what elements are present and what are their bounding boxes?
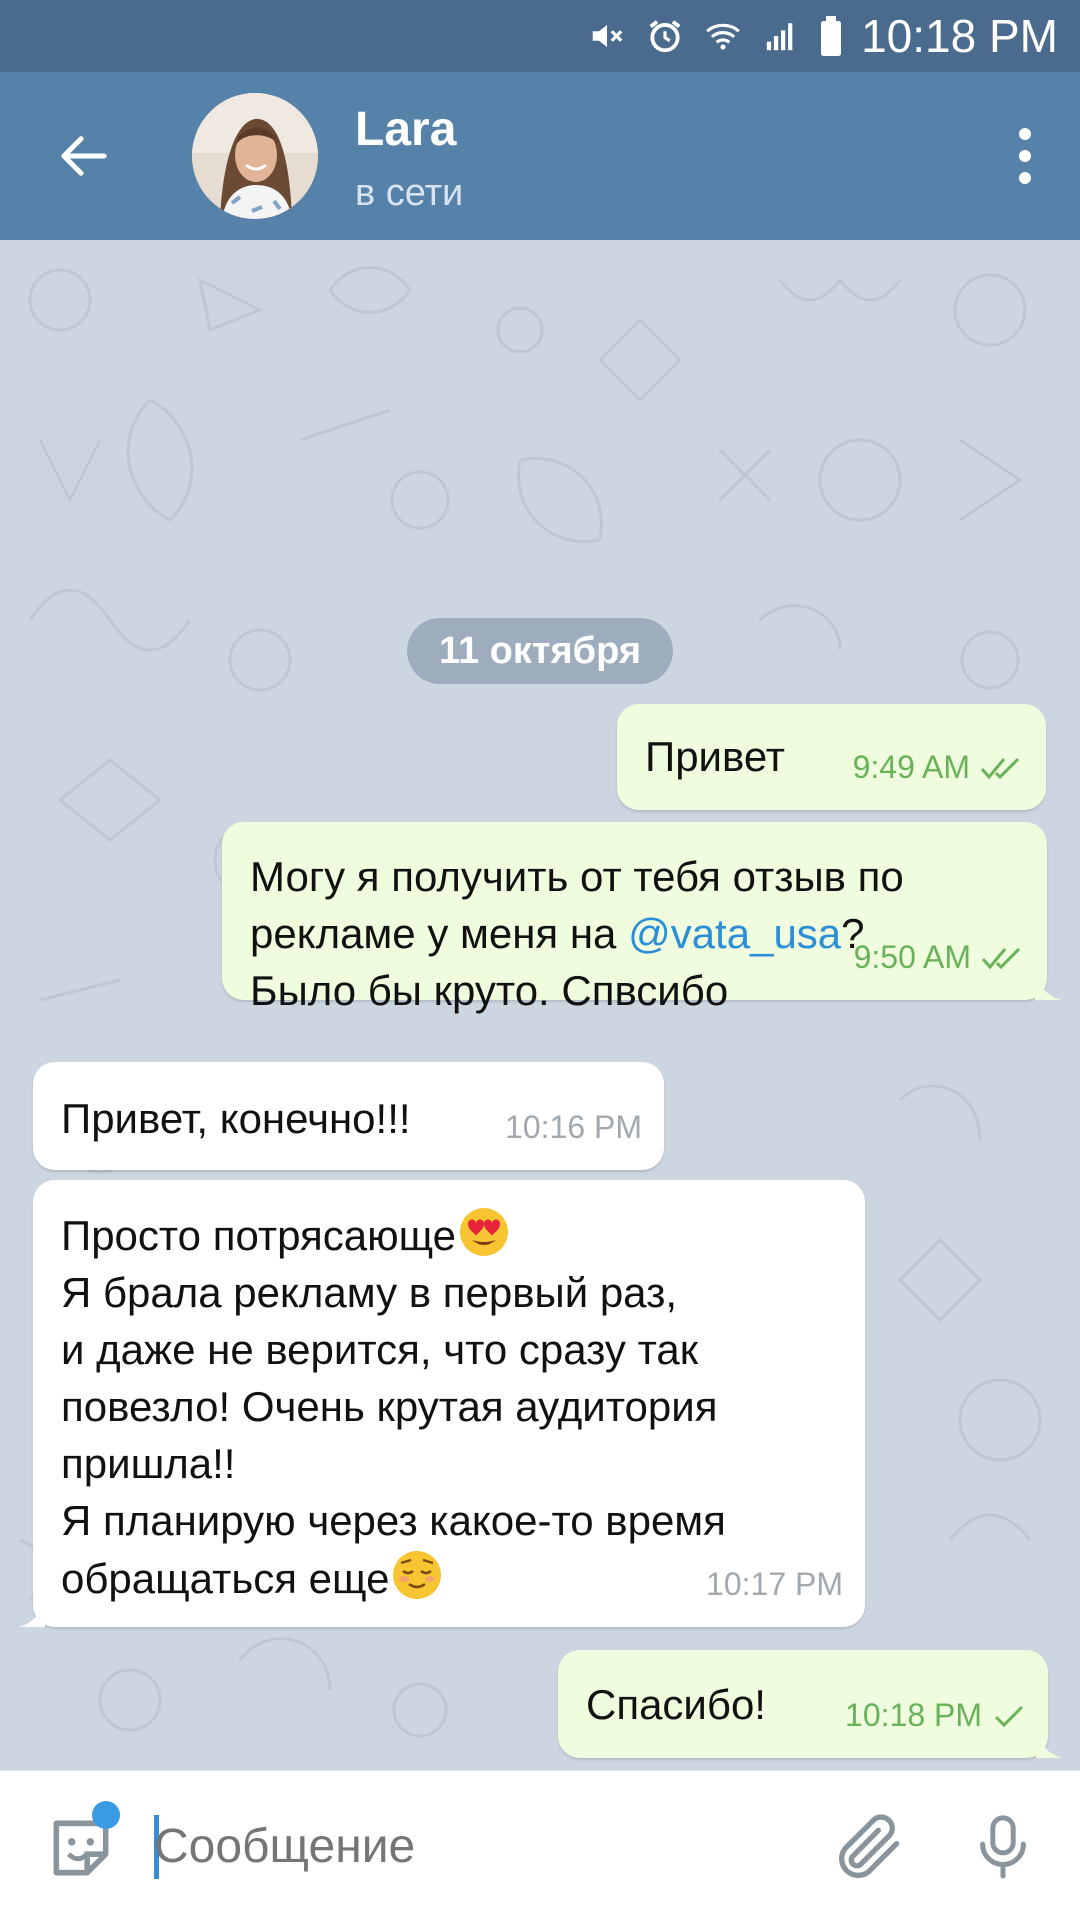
message-bubble-outgoing[interactable]: Привет 9:49 AM xyxy=(617,704,1046,810)
message-input[interactable] xyxy=(154,1811,794,1881)
message-meta: 10:18 PM xyxy=(845,1687,1026,1744)
relieved-emoji xyxy=(393,1551,442,1599)
chat-header: Lara в сети xyxy=(0,72,1080,240)
back-button[interactable] xyxy=(48,121,118,191)
message-time: 10:18 PM xyxy=(845,1697,982,1733)
single-check-icon xyxy=(994,1705,1024,1727)
message-time: 10:16 PM xyxy=(505,1109,642,1145)
message-time: 9:49 AM xyxy=(852,749,970,785)
more-options-button[interactable] xyxy=(1000,116,1050,196)
notification-dot xyxy=(92,1801,120,1829)
mute-icon xyxy=(587,16,627,56)
message-time: 9:50 AM xyxy=(853,939,971,975)
bubble-tail xyxy=(19,1601,45,1627)
message-meta: 9:49 AM xyxy=(853,739,1024,796)
message-bubble-outgoing[interactable]: Спасибо! 10:18 PM xyxy=(558,1650,1062,1758)
battery-icon xyxy=(819,16,843,56)
status-time: 10:18 PM xyxy=(861,10,1058,62)
message-meta: 10:16 PM xyxy=(505,1099,642,1156)
heart-eyes-emoji xyxy=(460,1208,509,1256)
wifi-icon xyxy=(703,16,743,56)
contact-status: в сети xyxy=(355,172,464,214)
signal-icon xyxy=(761,16,801,56)
message-bubble-incoming[interactable]: Просто потрясающе Я брала рекламу в перв… xyxy=(19,1180,865,1627)
date-separator: 11 октября xyxy=(407,618,673,684)
message-time: 10:17 PM xyxy=(706,1566,843,1602)
message-list[interactable]: 11 октября Привет 9:49 AM Могу я получит… xyxy=(0,240,1080,1770)
contact-name[interactable]: Lara xyxy=(355,102,456,157)
message-meta: 10:17 PM xyxy=(706,1556,843,1613)
double-check-icon xyxy=(981,947,1021,969)
status-bar: 10:18 PM xyxy=(0,0,1080,72)
alarm-icon xyxy=(645,16,685,56)
voice-message-button[interactable] xyxy=(968,1805,1038,1889)
microphone-icon xyxy=(980,1815,1026,1879)
message-bubble-incoming[interactable]: Привет, конечно!!! 10:16 PM xyxy=(33,1062,664,1170)
paperclip-icon xyxy=(839,1814,900,1878)
bubble-tail xyxy=(1036,1732,1062,1758)
double-check-icon xyxy=(980,757,1020,779)
message-bubble-outgoing[interactable]: Могу я получить от тебя отзыв по рекламе… xyxy=(222,822,1061,1014)
attach-button[interactable] xyxy=(830,1805,910,1889)
message-meta: 9:50 AM xyxy=(854,929,1025,986)
message-text: Просто потрясающе Я брала рекламу в перв… xyxy=(61,1206,837,1607)
bubble-tail xyxy=(1035,974,1061,1000)
avatar[interactable] xyxy=(192,93,318,219)
more-vertical-icon xyxy=(1019,128,1031,140)
message-composer xyxy=(0,1770,1080,1920)
mention-link[interactable]: @vata_usa xyxy=(628,910,841,957)
arrow-left-icon xyxy=(61,136,107,176)
